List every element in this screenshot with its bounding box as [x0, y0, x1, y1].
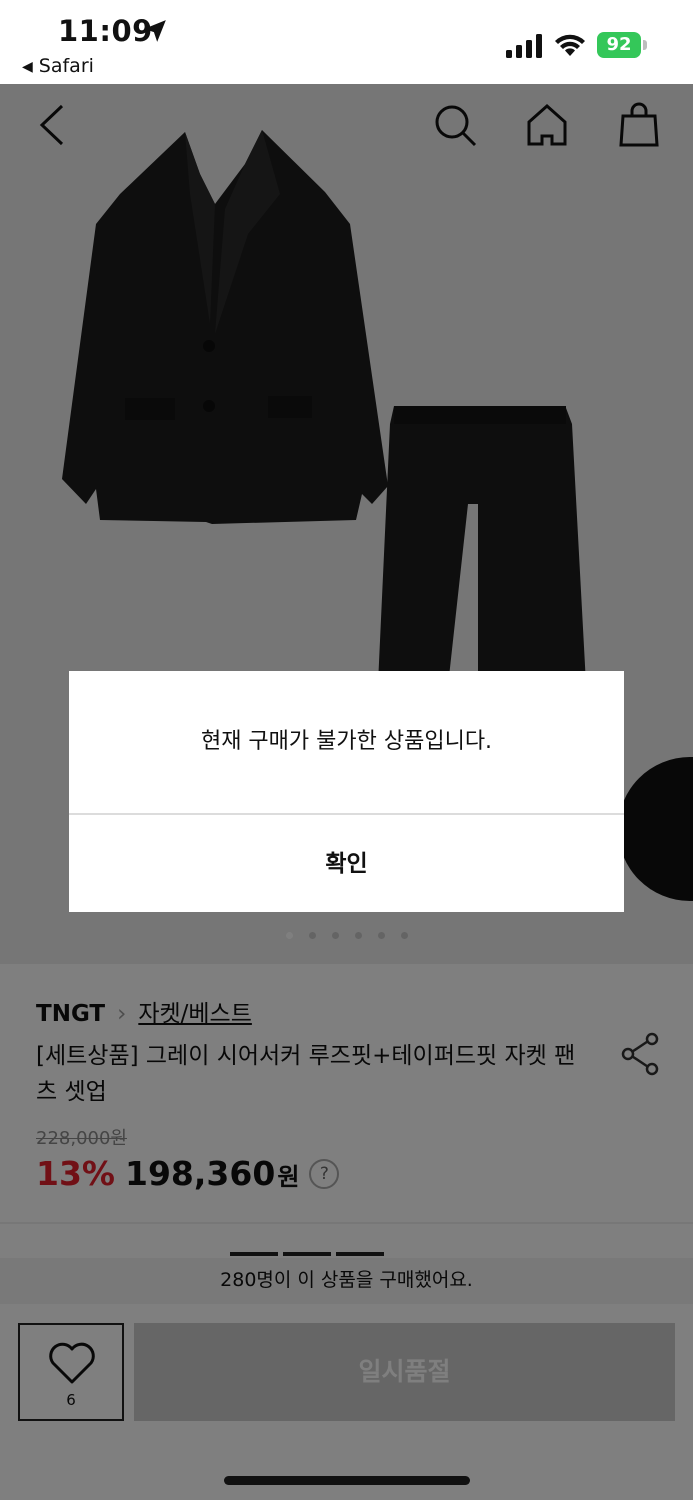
location-arrow-icon [144, 20, 166, 42]
battery-level: 92 [597, 32, 641, 58]
cellular-signal-icon [506, 34, 542, 58]
confirm-button[interactable]: 확인 [69, 815, 624, 912]
back-to-safari[interactable]: ◀ Safari [22, 55, 94, 77]
wifi-icon [555, 34, 585, 56]
back-triangle-icon: ◀ [22, 59, 33, 75]
status-time: 11:09 [58, 14, 153, 48]
status-bar: 11:09 ◀ Safari 92 [0, 0, 693, 84]
battery-indicator: 92 [597, 32, 647, 58]
home-indicator[interactable] [224, 1476, 470, 1485]
back-app-label: Safari [38, 55, 94, 77]
alert-dialog: 현재 구매가 불가한 상품입니다. 확인 [69, 671, 624, 912]
alert-message: 현재 구매가 불가한 상품입니다. [200, 729, 493, 754]
battery-nub [643, 40, 647, 50]
